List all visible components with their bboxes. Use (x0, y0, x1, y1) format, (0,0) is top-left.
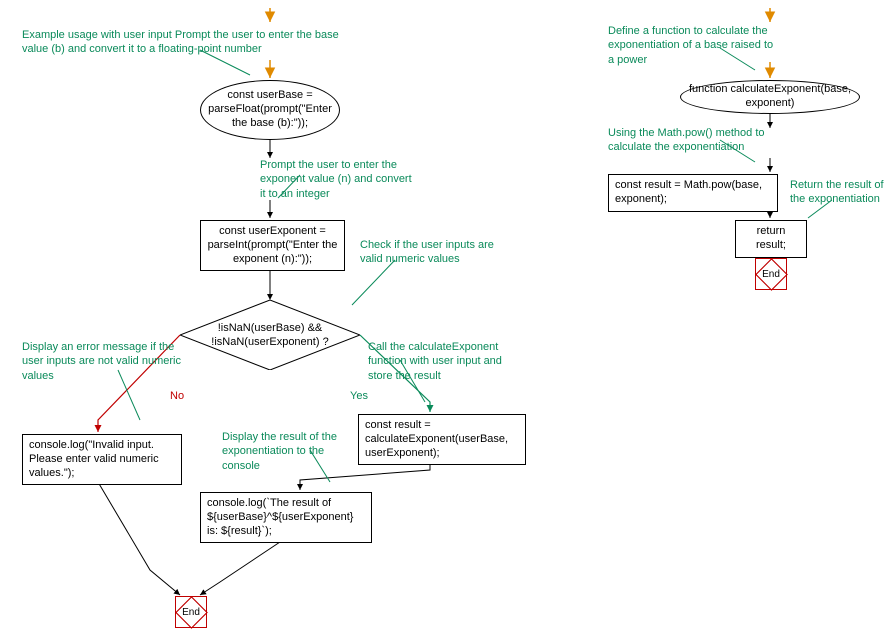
end-left-text: End (182, 607, 200, 618)
node-log-result: console.log(`The result of ${userBase}^$… (200, 492, 372, 543)
node-return-text: return result; (756, 225, 786, 251)
flowchart-canvas: Example usage with user input Prompt the… (0, 0, 888, 638)
comment-invalid: Display an error message if the user inp… (22, 340, 182, 383)
end-right: End (755, 258, 787, 290)
edge-label-yes: Yes (350, 390, 368, 402)
node-log-result-text: console.log(`The result of ${userBase}^$… (207, 497, 353, 537)
node-invalid: console.log("Invalid input. Please enter… (22, 434, 182, 485)
node-user-base-text: const userBase = parseFloat(prompt("Ente… (207, 89, 333, 130)
comment-define-function: Define a function to calculate the expon… (608, 24, 778, 67)
comment-example-usage: Example usage with user input Prompt the… (22, 28, 342, 57)
comment-return: Return the result of the exponentiation (790, 178, 885, 207)
node-user-exponent: const userExponent = parseInt(prompt("En… (200, 220, 345, 271)
node-return: return result; (735, 220, 807, 258)
node-mathpow-text: const result = Math.pow(base, exponent); (615, 179, 762, 205)
node-result: const result = calculateExponent(userBas… (358, 414, 526, 465)
end-right-text: End (762, 269, 780, 280)
node-function-header-text: function calculateExponent(base, exponen… (687, 83, 853, 111)
node-decision: !isNaN(userBase) && !isNaN(userExponent)… (180, 300, 360, 370)
node-function-header: function calculateExponent(base, exponen… (680, 80, 860, 114)
end-left: End (175, 596, 207, 628)
comment-check-valid: Check if the user inputs are valid numer… (360, 238, 510, 267)
node-user-exponent-text: const userExponent = parseInt(prompt("En… (208, 225, 338, 265)
node-user-base: const userBase = parseFloat(prompt("Ente… (200, 80, 340, 140)
node-decision-text: !isNaN(userBase) && !isNaN(userExponent)… (180, 322, 360, 350)
node-invalid-text: console.log("Invalid input. Please enter… (29, 439, 159, 479)
comment-mathpow: Using the Math.pow() method to calculate… (608, 126, 768, 155)
node-result-text: const result = calculateExponent(userBas… (365, 419, 508, 459)
comment-display-result: Display the result of the exponentiation… (222, 430, 352, 473)
comment-call-function: Call the calculateExponent function with… (368, 340, 528, 383)
node-mathpow: const result = Math.pow(base, exponent); (608, 174, 778, 212)
comment-prompt-exponent: Prompt the user to enter the exponent va… (260, 158, 420, 201)
edge-label-no: No (170, 390, 184, 402)
